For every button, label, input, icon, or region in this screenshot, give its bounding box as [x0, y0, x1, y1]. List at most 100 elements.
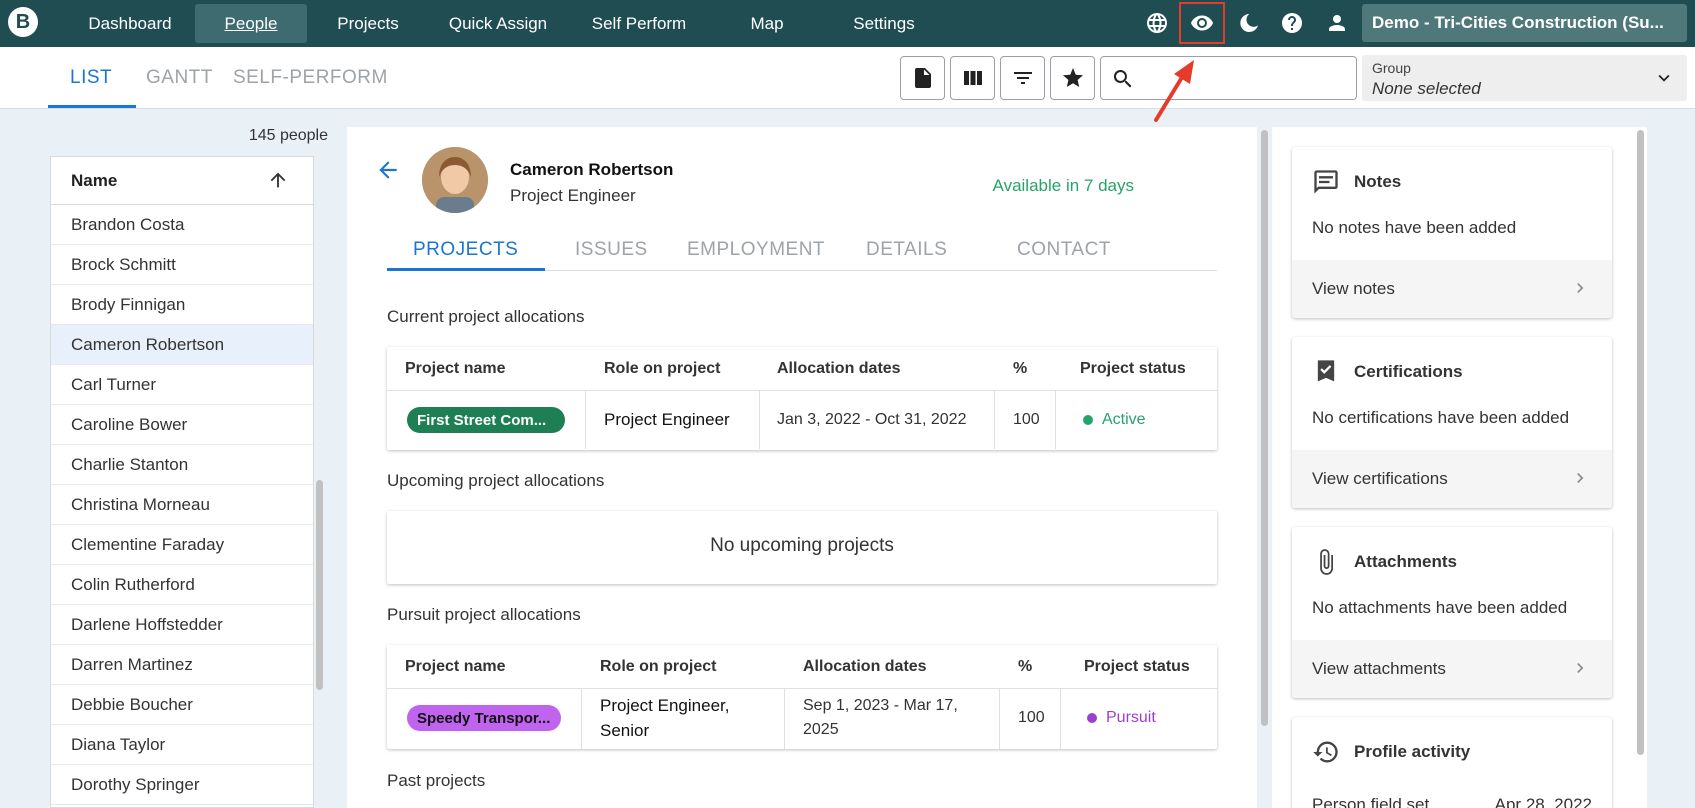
view-certifications-link[interactable]: View certifications: [1292, 450, 1612, 508]
people-list-scrollbar[interactable]: [316, 480, 323, 690]
search-field[interactable]: [1100, 56, 1357, 100]
active-tab-indicator: [387, 268, 545, 271]
tab-self-perform[interactable]: SELF-PERFORM: [233, 67, 388, 89]
nav-self-perform[interactable]: Self Perform: [578, 4, 700, 43]
chevron-right-icon: [1577, 473, 1584, 483]
user-icon[interactable]: [1322, 8, 1352, 38]
list-item[interactable]: Dorothy Springer: [51, 765, 313, 805]
nav-settings[interactable]: Settings: [838, 4, 930, 43]
list-item[interactable]: Brandon Costa: [51, 205, 313, 245]
col-status: Project status: [1080, 360, 1186, 377]
project-pill[interactable]: Speedy Transpor...: [407, 705, 561, 731]
dates-cell: Jan 3, 2022 - Oct 31, 2022: [777, 411, 967, 428]
globe-icon[interactable]: [1142, 8, 1172, 38]
list-item[interactable]: Diana Taylor: [51, 725, 313, 765]
eye-icon[interactable]: [1179, 2, 1225, 44]
status-label: Active: [1102, 411, 1146, 428]
side-panel: Notes No notes have been added View note…: [1272, 127, 1647, 808]
upcoming-allocations-card: No upcoming projects: [387, 511, 1217, 584]
list-item[interactable]: Carl Turner: [51, 365, 313, 405]
app-logo[interactable]: B: [8, 7, 38, 37]
nav-people[interactable]: People: [195, 4, 307, 43]
table-row[interactable]: First Street Com... Project Engineer Jan…: [387, 391, 1217, 449]
tab-projects[interactable]: PROJECTS: [413, 239, 518, 261]
tab-issues[interactable]: ISSUES: [575, 239, 648, 261]
group-select[interactable]: Group None selected: [1362, 55, 1687, 101]
project-pill[interactable]: First Street Com...: [407, 407, 565, 433]
pursuit-allocations-title: Pursuit project allocations: [387, 605, 581, 624]
empty-message: No upcoming projects: [710, 535, 894, 556]
person-detail-panel: Cameron Robertson Project Engineer Avail…: [347, 127, 1257, 808]
moon-icon[interactable]: [1234, 8, 1264, 38]
list-item[interactable]: Brody Finnigan: [51, 285, 313, 325]
list-item[interactable]: Colin Rutherford: [51, 565, 313, 605]
tab-list[interactable]: LIST: [70, 67, 112, 89]
notes-title: Notes: [1354, 172, 1402, 191]
filter-icon: [1013, 72, 1032, 84]
list-item-selected[interactable]: Cameron Robertson: [51, 325, 313, 365]
notes-header: Notes: [1312, 168, 1401, 196]
annotation-arrow: [1154, 60, 1194, 122]
list-item[interactable]: Christina Morneau: [51, 485, 313, 525]
top-nav: B Dashboard People Projects Quick Assign…: [0, 0, 1695, 47]
help-icon[interactable]: [1277, 8, 1307, 38]
paperclip-icon: [1320, 549, 1333, 575]
group-value: None selected: [1372, 79, 1481, 98]
certification-icon: [1317, 360, 1335, 382]
certifications-header: Certifications: [1312, 358, 1463, 386]
col-project-name: Project name: [405, 360, 506, 377]
list-item[interactable]: Darlene Hoffstedder: [51, 605, 313, 645]
arrow-up-icon[interactable]: [267, 169, 289, 191]
favorites-button[interactable]: [1050, 56, 1095, 100]
list-item[interactable]: Debbie Boucher: [51, 685, 313, 725]
profile-activity-card: Profile activity Person field set Apr 28…: [1292, 717, 1612, 808]
chevron-right-icon: [1577, 283, 1584, 293]
organization-select[interactable]: Demo - Tri-Cities Construction (Su...: [1362, 4, 1687, 42]
view-toolbar: LIST GANTT SELF-PERFORM Group None selec…: [0, 47, 1695, 109]
list-item[interactable]: Clementine Faraday: [51, 525, 313, 565]
tab-contact[interactable]: CONTACT: [1017, 239, 1111, 261]
name-column-header[interactable]: Name: [51, 157, 313, 205]
role-cell-line1: Project Engineer,: [600, 696, 730, 715]
tab-details[interactable]: DETAILS: [866, 239, 947, 261]
list-item[interactable]: Brock Schmitt: [51, 245, 313, 285]
people-count: 145 people: [248, 127, 328, 144]
columns-button[interactable]: [950, 56, 995, 100]
role-cell: Project Engineer: [604, 410, 730, 429]
nav-projects[interactable]: Projects: [318, 4, 418, 43]
current-allocations-title: Current project allocations: [387, 307, 585, 326]
view-notes-label: View notes: [1312, 279, 1395, 298]
view-attachments-link[interactable]: View attachments: [1292, 640, 1612, 698]
list-item[interactable]: Charlie Stanton: [51, 445, 313, 485]
past-projects-title: Past projects: [387, 771, 486, 790]
list-item[interactable]: Darren Martinez: [51, 645, 313, 685]
view-notes-link[interactable]: View notes: [1292, 260, 1612, 318]
side-panel-scrollbar[interactable]: [1637, 130, 1644, 755]
activity-header: Profile activity: [1312, 738, 1470, 766]
history-icon: [1313, 741, 1338, 763]
columns-icon: [963, 71, 982, 85]
activity-entry: Person field set Apr 28, 2022: [1312, 795, 1592, 808]
arrow-back-icon[interactable]: [375, 157, 401, 183]
chevron-right-icon: [1577, 663, 1584, 673]
col-status: Project status: [1084, 658, 1190, 675]
nav-quick-assign[interactable]: Quick Assign: [428, 4, 568, 43]
tab-gantt[interactable]: GANTT: [146, 67, 213, 89]
nav-dashboard[interactable]: Dashboard: [70, 4, 190, 43]
document-icon: [914, 68, 931, 88]
upcoming-allocations-title: Upcoming project allocations: [387, 471, 605, 490]
filter-button[interactable]: [1000, 56, 1045, 100]
attachments-title: Attachments: [1354, 552, 1457, 571]
nav-map[interactable]: Map: [727, 4, 807, 43]
export-button[interactable]: [900, 56, 945, 100]
detail-scrollbar[interactable]: [1261, 130, 1268, 726]
dates-cell-line1: Sep 1, 2023 - Mar 17,: [803, 697, 958, 714]
list-item[interactable]: Caroline Bower: [51, 405, 313, 445]
people-list: Name Brandon Costa Brock Schmitt Brody F…: [50, 156, 314, 808]
star-icon: [1062, 68, 1083, 87]
table-row[interactable]: Speedy Transpor... Project Engineer, Sen…: [387, 689, 1217, 749]
col-dates: Allocation dates: [803, 658, 927, 675]
person-tabs: PROJECTS ISSUES EMPLOYMENT DETAILS CONTA…: [387, 227, 1217, 271]
tab-employment[interactable]: EMPLOYMENT: [687, 239, 825, 261]
certifications-card: Certifications No certifications have be…: [1292, 337, 1612, 508]
